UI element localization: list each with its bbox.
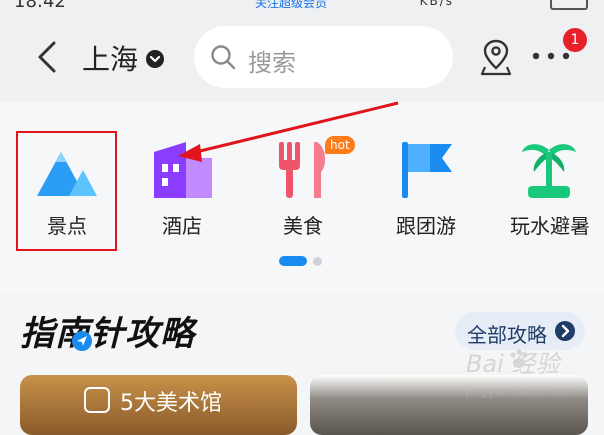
city-selector[interactable]: 上海	[82, 38, 138, 78]
guide-card-title: 5大美术馆	[120, 391, 222, 416]
mountain-icon	[37, 152, 97, 196]
hotel-building-icon	[154, 142, 212, 198]
flag-icon	[402, 142, 452, 198]
hot-badge: hot	[325, 136, 355, 154]
all-guides-button[interactable]: 全部攻略	[455, 312, 585, 350]
search-bar[interactable]: 搜索	[194, 26, 453, 88]
pager-dot	[313, 257, 322, 266]
category-label: 酒店	[162, 214, 202, 238]
guide-card[interactable]	[310, 375, 588, 435]
category-label: 美食	[283, 214, 323, 238]
search-icon	[211, 45, 236, 70]
chevron-down-icon[interactable]	[146, 50, 164, 68]
category-label: 玩水避暑	[510, 214, 590, 238]
pager-dots	[279, 256, 329, 266]
battery-icon	[550, 0, 588, 10]
top-nav-bar: 上海 搜索 1	[0, 16, 604, 102]
status-bar: 18:42 关注超级会员 KB/s	[0, 0, 604, 16]
category-water-summer[interactable]: 玩水避暑	[498, 130, 602, 250]
paw-icon	[510, 349, 528, 368]
palm-tree-icon	[522, 144, 576, 198]
document-icon	[84, 387, 110, 413]
status-badge: 关注超级会员	[255, 0, 328, 10]
category-label: 跟团游	[396, 214, 456, 238]
compass-icon	[72, 331, 92, 351]
status-time: 18:42	[14, 0, 66, 12]
back-arrow-icon[interactable]	[32, 40, 62, 74]
notification-badge: 1	[563, 28, 587, 52]
search-placeholder[interactable]: 搜索	[248, 43, 296, 78]
section-title: 指南针攻略	[20, 314, 195, 354]
category-label: 景点	[47, 214, 87, 238]
all-guides-label: 全部攻略	[467, 323, 547, 347]
chevron-right-icon	[555, 321, 575, 341]
pager-dot-active	[279, 256, 307, 266]
network-speed: KB/s	[419, 0, 454, 8]
location-pin-icon[interactable]	[480, 38, 512, 76]
category-hotel[interactable]: 酒店	[132, 130, 232, 250]
more-options-icon[interactable]	[532, 52, 570, 60]
category-scenic-spots[interactable]: 景点	[17, 130, 117, 250]
category-food[interactable]: hot 美食	[253, 130, 355, 250]
guide-card[interactable]: 5大美术馆	[20, 375, 297, 435]
category-group-tour[interactable]: 跟团游	[376, 130, 476, 250]
